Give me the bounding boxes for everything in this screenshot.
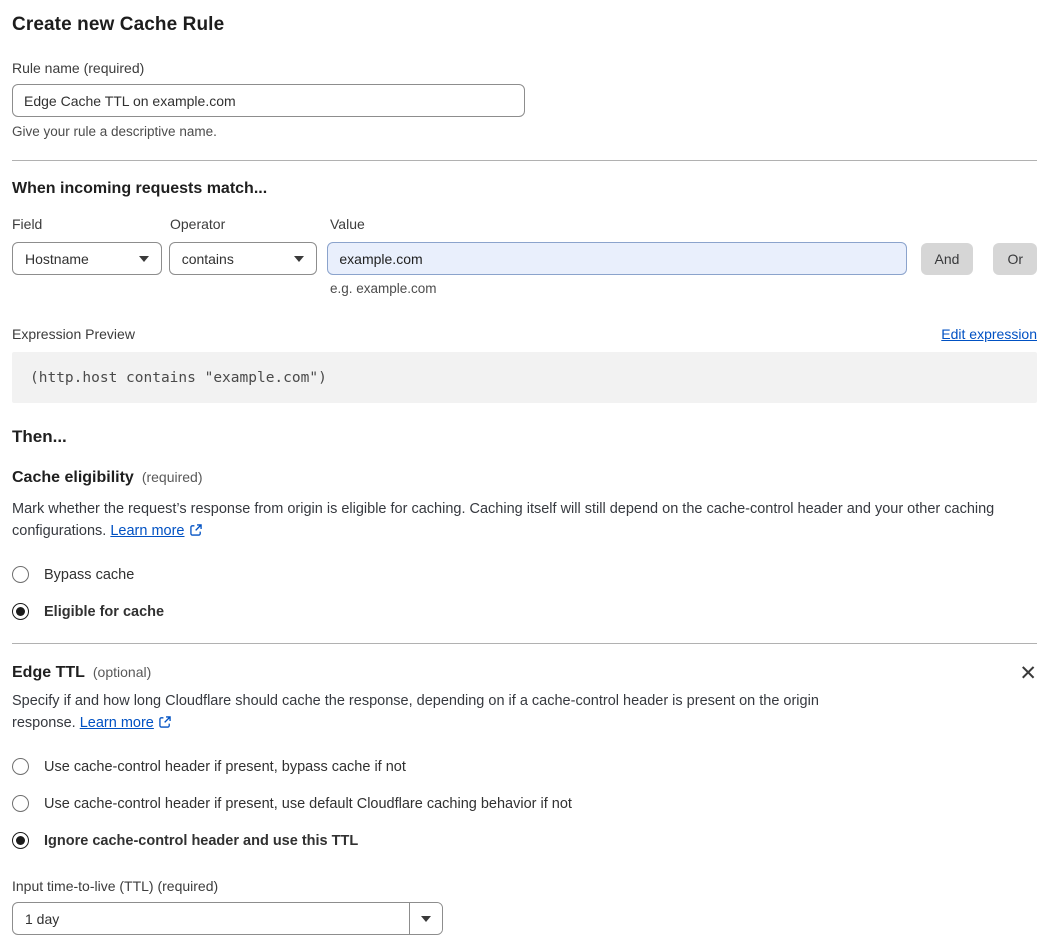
match-column-labels: Field Operator Value [12, 216, 1037, 232]
radio-button-icon[interactable] [12, 603, 29, 620]
match-heading: When incoming requests match... [12, 180, 268, 197]
section-divider [12, 643, 1037, 644]
edge-ttl-heading: Edge TTL [12, 664, 85, 681]
edge-ttl-header: Edge TTL (optional) ✕ [12, 663, 1037, 684]
radio-button-icon[interactable] [12, 832, 29, 849]
field-select[interactable]: Hostname [12, 242, 162, 275]
edge-ttl-description: Specify if and how long Cloudflare shoul… [12, 691, 844, 736]
value-help: e.g. example.com [330, 281, 437, 296]
edge-ttl-qualifier: (optional) [92, 664, 152, 680]
operator-label: Operator [170, 216, 226, 232]
operator-select-value: contains [181, 250, 234, 267]
radio-option-bypass-cache[interactable]: Bypass cache [12, 566, 1037, 583]
then-heading: Then... [12, 427, 67, 446]
radio-option-label: Use cache-control header if present, use… [44, 795, 572, 812]
rule-name-help: Give your rule a descriptive name. [12, 124, 217, 139]
cache-eligibility-heading: Cache eligibility [12, 469, 134, 486]
rule-name-input[interactable] [12, 84, 525, 117]
cache-eligibility-qualifier: (required) [141, 469, 203, 485]
radio-option-label: Ignore cache-control header and use this… [44, 832, 359, 849]
radio-option-label: Bypass cache [44, 566, 135, 583]
cache-eligibility-description: Mark whether the request’s response from… [12, 499, 1020, 544]
ttl-input-label: Input time-to-live (TTL) (required) [12, 878, 219, 894]
field-select-value: Hostname [25, 250, 89, 267]
page-title: Create new Cache Rule [12, 14, 225, 35]
operator-select[interactable]: contains [168, 242, 318, 275]
value-label: Value [330, 216, 365, 232]
expression-preview-row: Expression Preview Edit expression [12, 326, 1037, 342]
ttl-select-value: 1 day [25, 910, 60, 927]
radio-option-ignore-header-use-ttl[interactable]: Ignore cache-control header and use this… [12, 832, 1037, 849]
match-row: Hostname contains And Or [12, 242, 1037, 275]
radio-option-use-header-default[interactable]: Use cache-control header if present, use… [12, 795, 1037, 812]
expression-preview-label: Expression Preview [12, 326, 135, 342]
rule-name-label: Rule name (required) [12, 60, 145, 76]
and-button[interactable]: And [920, 243, 974, 275]
cache-eligibility-header: Cache eligibility (required) [12, 469, 1037, 487]
external-link-icon [158, 715, 172, 737]
learn-more-link[interactable]: Learn more [110, 523, 184, 539]
radio-option-label: Use cache-control header if present, byp… [44, 758, 406, 775]
field-label: Field [12, 216, 43, 232]
chevron-down-icon [421, 915, 431, 922]
ttl-select-arrow-button[interactable] [409, 903, 442, 934]
chevron-down-icon [138, 255, 149, 262]
close-icon[interactable]: ✕ [1019, 663, 1037, 684]
expression-code: (http.host contains "example.com") [12, 352, 1037, 403]
external-link-icon [189, 523, 203, 545]
or-button[interactable]: Or [993, 243, 1037, 275]
radio-option-label: Eligible for cache [44, 603, 165, 620]
section-divider [12, 160, 1037, 161]
learn-more-link[interactable]: Learn more [80, 715, 154, 731]
radio-option-use-header-bypass[interactable]: Use cache-control header if present, byp… [12, 758, 1037, 775]
radio-button-icon[interactable] [12, 566, 29, 583]
radio-button-icon[interactable] [12, 795, 29, 812]
edit-expression-link[interactable]: Edit expression [941, 326, 1037, 342]
edge-ttl-heading-group: Edge TTL (optional) [12, 664, 151, 682]
radio-option-eligible-for-cache[interactable]: Eligible for cache [12, 603, 1037, 620]
ttl-select[interactable]: 1 day [12, 902, 443, 935]
value-input[interactable] [327, 242, 907, 275]
radio-button-icon[interactable] [12, 758, 29, 775]
chevron-down-icon [294, 255, 305, 262]
